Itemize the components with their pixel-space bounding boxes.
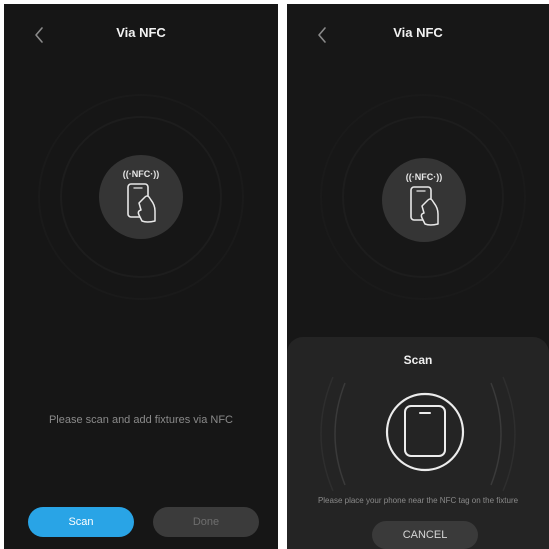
- header: Via NFC: [287, 22, 549, 48]
- scan-bottom-sheet: Scan Please place your phone near the NF…: [287, 337, 549, 549]
- scan-animation: [320, 376, 516, 492]
- nfc-screen-scanning: Via NFC ((·NFC·)) Scan Please place your…: [287, 4, 549, 549]
- svg-text:((·NFC·)): ((·NFC·)): [123, 169, 159, 179]
- phone-icon: [404, 405, 446, 457]
- page-title: Via NFC: [116, 25, 166, 40]
- scan-button[interactable]: Scan: [28, 507, 134, 537]
- header: Via NFC: [4, 22, 278, 48]
- nfc-badge: ((·NFC·)): [99, 155, 183, 239]
- svg-text:((·NFC·)): ((·NFC·)): [406, 172, 442, 182]
- nfc-badge: ((·NFC·)): [382, 158, 466, 242]
- instruction-text: Please scan and add fixtures via NFC: [48, 414, 234, 426]
- done-button[interactable]: Done: [153, 507, 259, 537]
- cancel-button[interactable]: CANCEL: [372, 521, 478, 549]
- nfc-phone-hand-icon: ((·NFC·)): [123, 169, 159, 223]
- sheet-title: Scan: [403, 353, 433, 367]
- scan-instruction: Please place your phone near the NFC tag…: [317, 496, 519, 505]
- nfc-phone-hand-icon: ((·NFC·)): [406, 172, 442, 226]
- nfc-screen-initial: Via NFC ((·NFC·)) Please scan and add fi…: [4, 4, 278, 549]
- page-title: Via NFC: [393, 25, 443, 40]
